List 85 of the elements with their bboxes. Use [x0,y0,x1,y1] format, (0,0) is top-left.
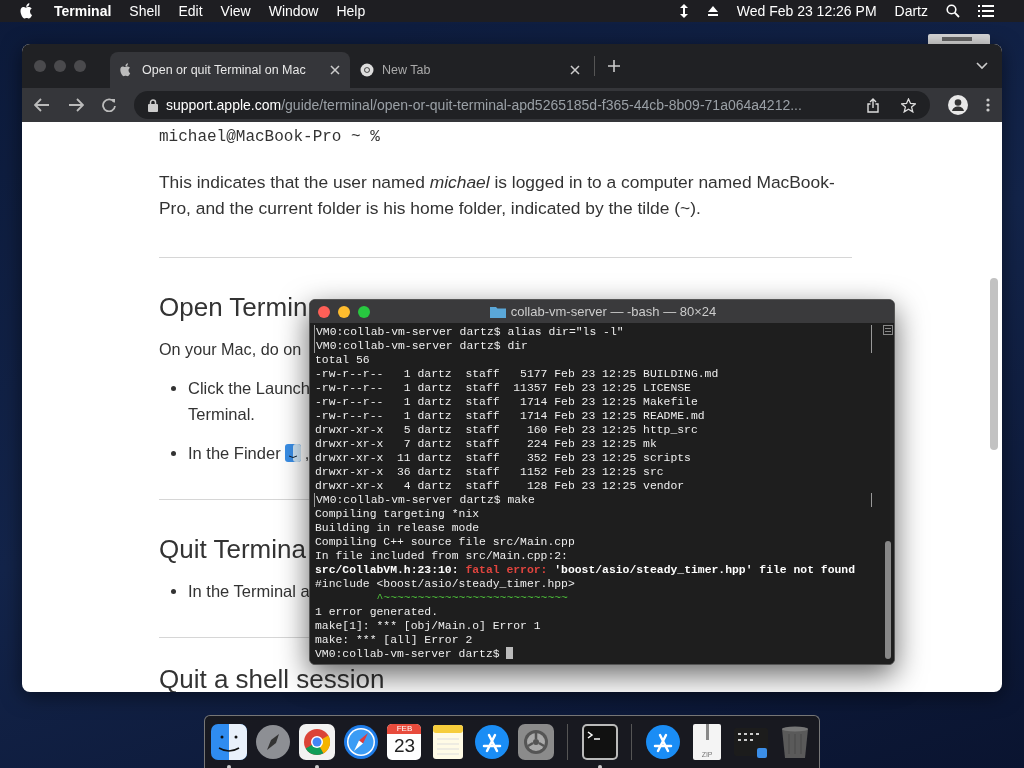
terminal-line: -rw-r--r-- 1 dartz staff 5177 Feb 23 12:25 BUILDING.md [315,368,719,380]
url-text: support.apple.com/guide/terminal/open-or-quit-terminal-apd5265185d-f365-44cb-8b09-71a064a4212... [166,97,802,113]
menu-item[interactable]: Shell [129,3,161,19]
terminal-line: In file included from src/Main.cpp:2: [315,550,568,562]
browser-tab[interactable]: Open or quit Terminal on Mac [110,52,350,88]
eject-icon[interactable] [706,5,719,17]
window-control-button[interactable] [318,305,330,318]
section-heading: Open Termin [159,292,308,322]
section-heading: Quit a shell session [159,666,385,692]
terminal-line: drwxr-xr-x 7 dartz staff 224 Feb 23 12:25 mk [315,438,657,450]
terminal-line: VM0:collab-vm-server dartz$ make [316,494,535,506]
terminal-icon[interactable] [581,724,618,760]
browser-logo-icon[interactable] [298,724,335,760]
close-icon[interactable] [570,65,580,75]
search-icon[interactable] [946,4,960,18]
more-menu-icon[interactable] [986,98,990,112]
lock-icon [148,98,158,112]
terminal-line: Compiling C++ source file src/Main.cpp [315,536,575,548]
list-item-text: In the Terminal a [188,581,310,602]
plus-icon[interactable] [607,59,621,73]
clock-text[interactable]: Wed Feb 23 12:26 PM [736,3,877,19]
menu-item[interactable]: Help [336,3,366,19]
terminal-line: #include <boost/asio/steady_timer.hpp> [315,578,575,590]
smiling-face-icon [284,444,301,462]
bullet-icon [171,451,176,456]
window-title: collab-vm-server — -bash — 80×24 [510,304,717,319]
terminal-line: -rw-r--r-- 1 dartz staff 1714 Feb 23 12:25 README.md [315,410,705,422]
app-menu[interactable]: Terminal [54,3,112,19]
browser-tab[interactable]: New Tab [350,52,590,88]
terminal-line: VM0:collab-vm-server dartz$ dir [316,340,528,352]
terminal-line: 1 error generated. [315,606,439,618]
window-control-button[interactable] [358,305,370,318]
profile-avatar-icon[interactable] [948,95,968,115]
star-icon[interactable] [901,97,916,113]
browser-logo-icon [360,63,374,77]
terminal-line: VM0:collab-vm-server dartz$ alias dir="ls -l" [316,326,624,338]
terminal-line: VM0:collab-vm-server dartz$ [315,648,501,660]
bullet-icon [171,386,176,391]
chevron-down-icon[interactable] [976,62,988,70]
terminal-line: Compiling targeting *nix [315,508,480,520]
paragraph: On your Mac, do on [159,339,302,360]
scrollbar-thumb[interactable] [885,541,891,659]
reload-icon[interactable] [102,98,116,112]
menu-item[interactable]: Edit [178,3,203,19]
back-arrow-icon[interactable] [34,98,50,112]
window-control-button[interactable] [338,305,350,318]
folder-icon [489,305,506,318]
marks-icon[interactable] [883,325,893,335]
list-item-text: Click the Launch [188,378,310,399]
terminal-line: drwxr-xr-x 36 dartz staff 1152 Feb 23 12:25 src [315,466,664,478]
up-down-arrow-icon[interactable] [678,4,689,18]
terminal-line: make[1]: *** [obj/Main.o] Error 1 [315,620,541,632]
paragraph: This indicates that the user named michael is logged in to a computer named MacBook-Pro, and the current folder is his home folder, indicated by the tilde (~). [159,171,836,220]
apple-logo-icon[interactable] [20,3,34,19]
smiling-face-icon[interactable] [211,724,248,760]
terminal-line: make: *** [all] Error 2 [315,634,473,646]
terminal-line: -rw-r--r-- 1 dartz staff 11357 Feb 23 12:25 LICENSE [315,382,691,394]
app-store-icon[interactable] [474,724,511,760]
calendar-icon[interactable]: FEB 23 [387,724,422,760]
share-icon[interactable] [867,97,879,113]
terminal-line: total 56 [315,354,370,366]
section-heading: Quit Termina [159,534,306,564]
terminal-line: Building in release mode [315,522,480,534]
compass-icon[interactable] [342,724,379,760]
close-icon[interactable] [330,65,340,75]
terminal-line: drwxr-xr-x 5 dartz staff 160 Feb 23 12:25 http_src [315,424,698,436]
code-line: michael@MacBook-Pro ~ % [159,127,380,147]
gear-icon[interactable] [517,724,554,760]
list-icon[interactable] [978,5,994,17]
scrollbar-thumb[interactable] [990,278,998,450]
address-bar[interactable]: support.apple.com/guide/terminal/open-or-quit-terminal-apd5265185d-f365-44cb-8b09-71a064a4212... [134,91,930,119]
terminal-line: drwxr-xr-x 4 dartz staff 128 Feb 23 12:25 vendor [315,480,685,492]
menu-item[interactable]: View [220,3,251,19]
terminal-line: -rw-r--r-- 1 dartz staff 1714 Feb 23 12:25 Makefile [315,396,698,408]
terminal-line: drwxr-xr-x 11 dartz staff 352 Feb 23 12:25 scripts [315,452,691,464]
terminal-line: ^~~~~~~~~~~~~~~~~~~~~~~~~~~~ [375,592,568,604]
list-item-text: In the Finder [188,443,281,464]
terminal-line: src/CollabVM.h:23:10: fatal error: 'boost/asio/steady_timer.hpp' file not found [315,564,856,576]
bullet-icon [171,589,176,594]
list-item-text: Terminal. [188,404,256,425]
menu-item[interactable]: Window [268,3,319,19]
list-item-text: , [304,443,310,464]
forward-arrow-icon[interactable] [68,98,84,112]
app-store-icon[interactable] [645,724,682,760]
user-name[interactable]: Dartz [894,3,928,19]
